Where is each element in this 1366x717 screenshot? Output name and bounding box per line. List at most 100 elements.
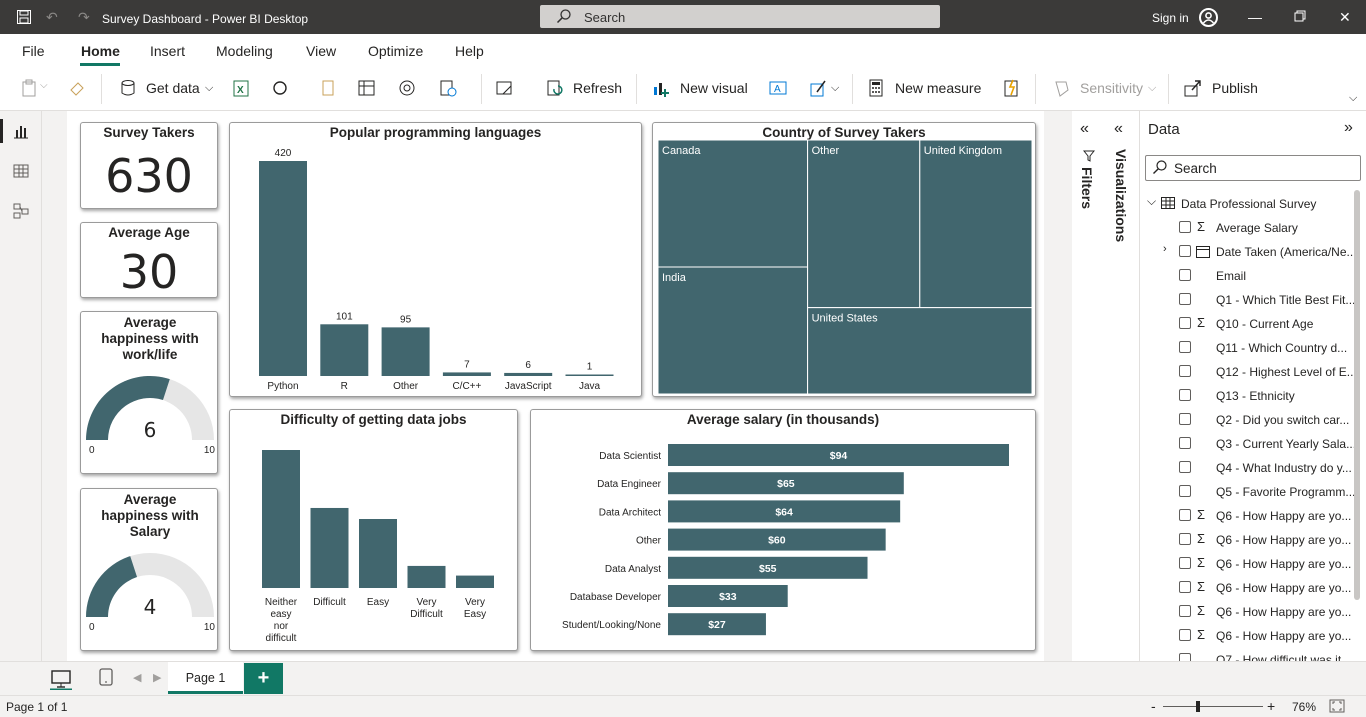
transform-icon[interactable] (438, 78, 458, 98)
format-painter-icon[interactable] (68, 78, 88, 98)
gauge-salary[interactable]: Average happiness with Salary 4 0 10 (80, 488, 218, 651)
chevron-down-icon[interactable]: ⌵ (1147, 194, 1156, 209)
more-visuals-icon[interactable] (809, 78, 829, 98)
paste-icon[interactable] (20, 78, 40, 98)
transform-data-icon[interactable] (495, 78, 515, 98)
prev-page-icon[interactable]: ◀ (133, 671, 141, 684)
chevron-down-icon[interactable]: ⌵ (40, 80, 60, 100)
get-data-button[interactable]: Get data (146, 80, 200, 96)
menu-file[interactable]: File (22, 43, 45, 59)
text-box-icon[interactable]: A (768, 78, 788, 98)
field-checkbox[interactable] (1179, 341, 1191, 353)
field-item[interactable]: Q5 - Favorite Programm... (1140, 480, 1366, 504)
field-checkbox[interactable] (1179, 317, 1191, 329)
bar-chart-icon[interactable] (13, 123, 29, 139)
model-icon[interactable] (13, 203, 29, 219)
field-checkbox[interactable] (1179, 557, 1191, 569)
field-checkbox[interactable] (1179, 605, 1191, 617)
new-visual-button[interactable]: New visual (680, 80, 748, 96)
salary-chart[interactable]: Average salary (in thousands) $94 Data Sc… (530, 409, 1036, 651)
menu-view[interactable]: View (306, 43, 336, 59)
table-icon[interactable] (13, 163, 29, 179)
field-checkbox[interactable] (1179, 461, 1191, 473)
field-checkbox[interactable] (1179, 533, 1191, 545)
field-checkbox[interactable] (1179, 581, 1191, 593)
new-measure-button[interactable]: New measure (895, 80, 981, 96)
chevron-right-icon[interactable]: › (1163, 243, 1167, 255)
search-box[interactable]: Search (540, 5, 940, 28)
filters-pane-collapsed[interactable]: « Filters (1072, 111, 1106, 661)
excel-icon[interactable]: X (231, 78, 251, 98)
survey-takers-card[interactable]: Survey Takers 630 (80, 122, 218, 209)
chevron-down-icon[interactable]: ⌵ (831, 82, 839, 95)
field-item[interactable]: Σ Average Salary (1140, 216, 1366, 240)
field-checkbox[interactable] (1179, 629, 1191, 641)
undo-icon[interactable]: ↶ (46, 9, 58, 26)
field-checkbox[interactable] (1179, 269, 1191, 281)
new-visual-icon[interactable] (651, 78, 671, 98)
desktop-layout-icon[interactable] (50, 668, 72, 695)
field-item[interactable]: Q2 - Did you switch car... (1140, 408, 1366, 432)
field-item[interactable]: Σ Q6 - How Happy are yo... (1140, 624, 1366, 648)
page-tab-page-1[interactable]: Page 1 (168, 662, 243, 694)
field-item[interactable]: Σ Q6 - How Happy are yo... (1140, 576, 1366, 600)
difficulty-chart[interactable]: Difficulty of getting data jobs Neither e… (229, 409, 518, 651)
field-item[interactable]: Σ Q6 - How Happy are yo... (1140, 600, 1366, 624)
zoom-slider-track[interactable] (1163, 706, 1263, 707)
add-page-button[interactable]: + (244, 663, 283, 694)
next-page-icon[interactable]: ▶ (153, 671, 161, 684)
field-checkbox[interactable] (1179, 365, 1191, 377)
dataverse-icon[interactable] (318, 78, 338, 98)
sign-in-link[interactable]: Sign in (1152, 11, 1189, 25)
collapse-ribbon-icon[interactable]: ⌵ (1349, 92, 1357, 105)
visualizations-pane-collapsed[interactable]: « Visualizations (1106, 111, 1140, 661)
refresh-button[interactable]: Refresh (573, 80, 622, 96)
field-checkbox[interactable] (1179, 389, 1191, 401)
chevron-down-icon[interactable]: ⌵ (205, 82, 213, 95)
field-item[interactable]: Σ Q6 - How Happy are yo... (1140, 504, 1366, 528)
gauge-work-life[interactable]: Average happiness with work/life 6 0 10 (80, 311, 218, 474)
avatar-icon[interactable] (1199, 8, 1218, 27)
table-node[interactable]: ⌵ Data Professional Survey (1140, 192, 1366, 216)
field-checkbox[interactable] (1179, 293, 1191, 305)
calculator-icon[interactable] (866, 78, 886, 98)
menu-home[interactable]: Home (81, 43, 120, 59)
save-icon[interactable] (16, 9, 32, 28)
publish-button[interactable]: Publish (1212, 80, 1258, 96)
data-search-input[interactable]: Search (1145, 155, 1361, 181)
programming-languages-chart[interactable]: Popular programming languages 420 Python 1… (229, 122, 642, 397)
field-item[interactable]: Σ Q6 - How Happy are yo... (1140, 552, 1366, 576)
field-checkbox[interactable] (1179, 509, 1191, 521)
average-age-card[interactable]: Average Age 30 (80, 222, 218, 298)
field-item[interactable]: Q3 - Current Yearly Sala... (1140, 432, 1366, 456)
field-item[interactable]: › Date Taken (America/Ne... (1140, 240, 1366, 264)
mobile-layout-icon[interactable] (99, 668, 113, 691)
restore-icon[interactable] (1294, 9, 1306, 25)
field-checkbox[interactable] (1179, 245, 1191, 257)
minimize-icon[interactable]: — (1248, 9, 1262, 25)
menu-insert[interactable]: Insert (150, 43, 185, 59)
field-item[interactable]: Email (1140, 264, 1366, 288)
menu-help[interactable]: Help (455, 43, 484, 59)
refresh-icon[interactable] (545, 78, 565, 98)
publish-icon[interactable] (1183, 78, 1203, 98)
collapse-pane-icon[interactable]: » (1344, 119, 1353, 137)
country-treemap[interactable]: Country of Survey Takers Canada India Othe… (652, 122, 1036, 397)
redo-icon[interactable]: ↷ (78, 9, 90, 26)
field-item[interactable]: Q11 - Which Country d... (1140, 336, 1366, 360)
field-checkbox[interactable] (1179, 485, 1191, 497)
database-icon[interactable] (118, 78, 138, 98)
quick-measure-icon[interactable] (1001, 78, 1021, 98)
enter-data-icon[interactable] (357, 78, 377, 98)
field-item[interactable]: Q4 - What Industry do y... (1140, 456, 1366, 480)
recent-sources-icon[interactable] (397, 78, 417, 98)
close-icon[interactable]: ✕ (1339, 9, 1351, 26)
zoom-out-button[interactable]: - (1151, 698, 1156, 714)
zoom-slider-thumb[interactable] (1196, 701, 1200, 712)
data-pane-scrollbar[interactable] (1354, 190, 1360, 600)
menu-optimize[interactable]: Optimize (368, 43, 423, 59)
field-item[interactable]: Q1 - Which Title Best Fit... (1140, 288, 1366, 312)
field-checkbox[interactable] (1179, 437, 1191, 449)
expand-pane-icon[interactable]: « (1114, 120, 1123, 138)
field-item[interactable]: Q13 - Ethnicity (1140, 384, 1366, 408)
